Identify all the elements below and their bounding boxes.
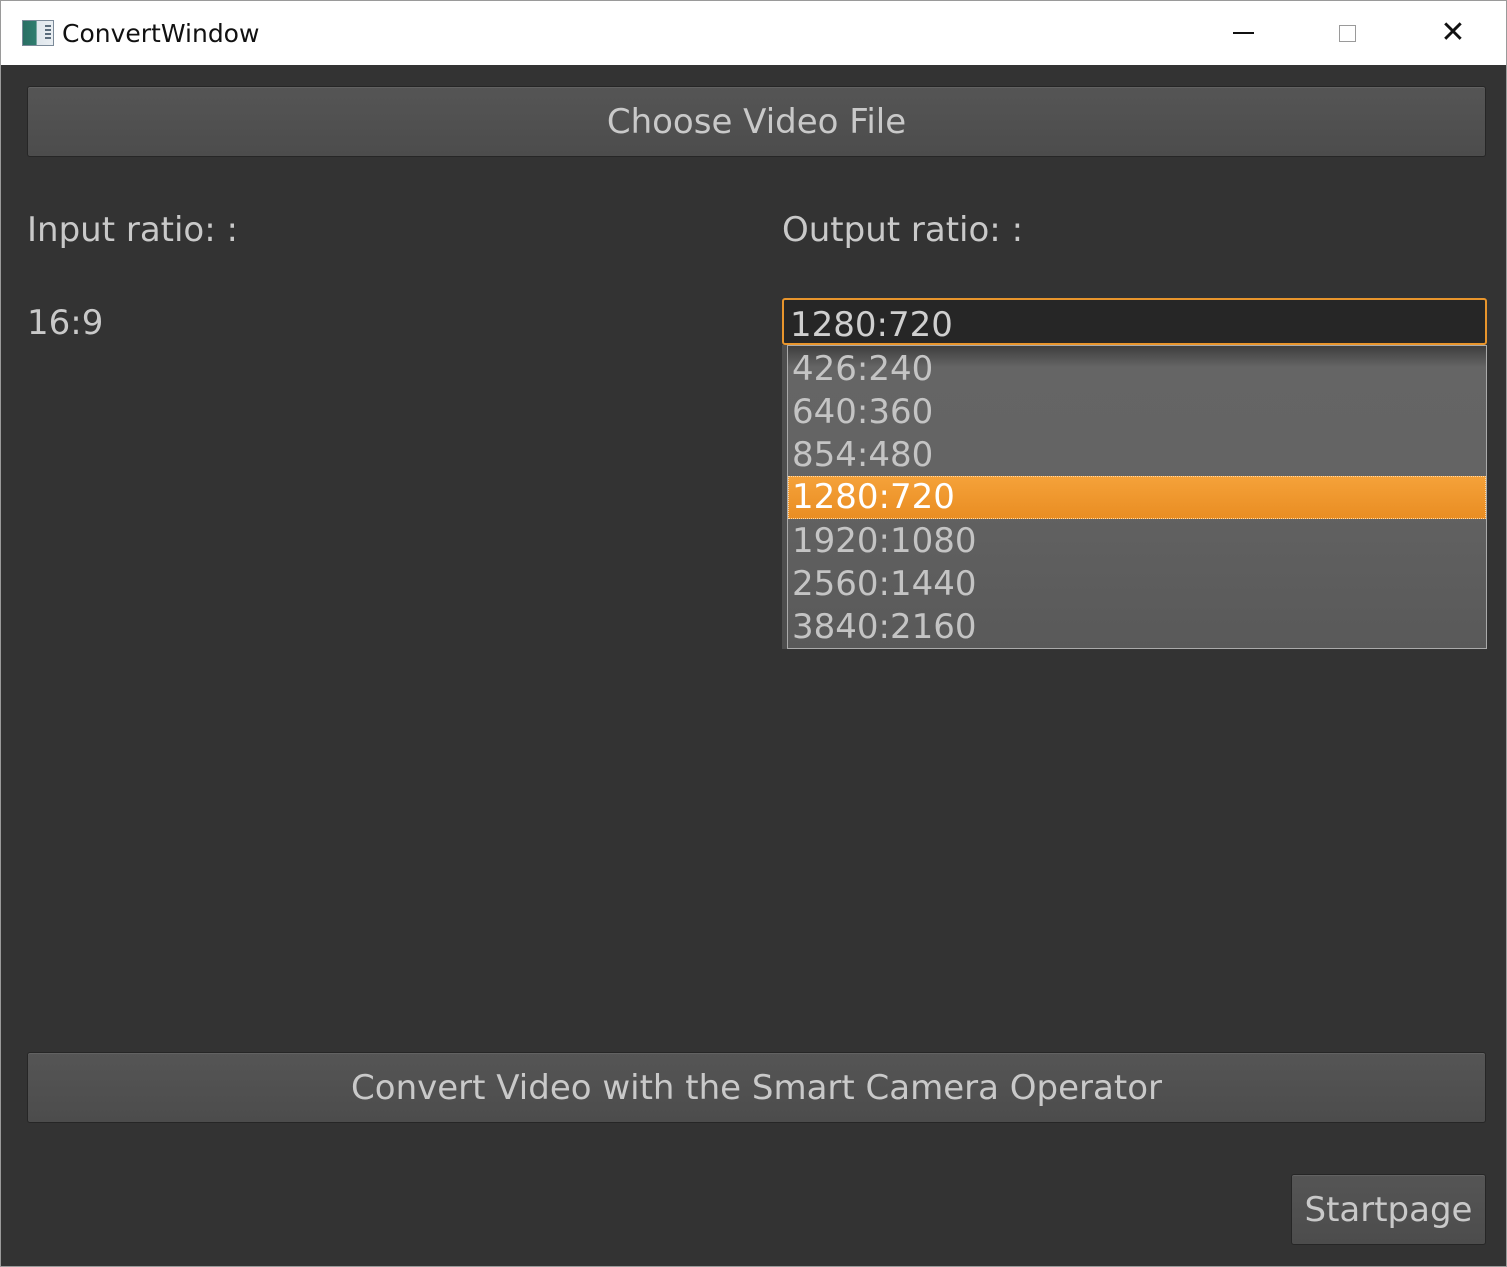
dropdown-option[interactable]: 426:240 xyxy=(788,348,1486,391)
window-title: ConvertWindow xyxy=(62,19,260,48)
title-bar[interactable]: ConvertWindow ✕ xyxy=(1,1,1506,65)
startpage-button[interactable]: Startpage xyxy=(1291,1174,1486,1245)
maximize-icon xyxy=(1338,24,1356,42)
output-ratio-selected-value: 1280:720 xyxy=(790,305,953,345)
dropdown-option[interactable]: 1920:1080 xyxy=(788,520,1486,563)
dropdown-option[interactable]: 2560:1440 xyxy=(788,563,1486,606)
minimize-icon xyxy=(1232,32,1254,34)
choose-video-file-button[interactable]: Choose Video File xyxy=(27,86,1486,157)
maximize-button[interactable] xyxy=(1295,1,1399,65)
input-ratio-label: Input ratio: : xyxy=(27,210,238,250)
app-icon xyxy=(22,20,54,46)
convert-window: ConvertWindow ✕ Choose Video File Input … xyxy=(0,0,1507,1267)
close-button[interactable]: ✕ xyxy=(1401,1,1505,65)
dropdown-option[interactable]: 3840:2160 xyxy=(788,606,1486,648)
minimize-button[interactable] xyxy=(1191,1,1295,65)
dropdown-option[interactable]: 854:480 xyxy=(788,434,1486,477)
output-ratio-combobox[interactable]: 1280:720 xyxy=(782,298,1487,345)
output-ratio-label: Output ratio: : xyxy=(782,210,1024,250)
dropdown-option[interactable]: 640:360 xyxy=(788,391,1486,434)
output-ratio-dropdown-list[interactable]: 426:240 640:360 854:480 1280:720 1920:10… xyxy=(787,345,1487,649)
convert-video-button[interactable]: Convert Video with the Smart Camera Oper… xyxy=(27,1052,1486,1123)
input-ratio-value: 16:9 xyxy=(27,303,104,343)
dropdown-option-highlighted[interactable]: 1280:720 xyxy=(788,476,1486,519)
close-icon: ✕ xyxy=(1440,15,1466,50)
